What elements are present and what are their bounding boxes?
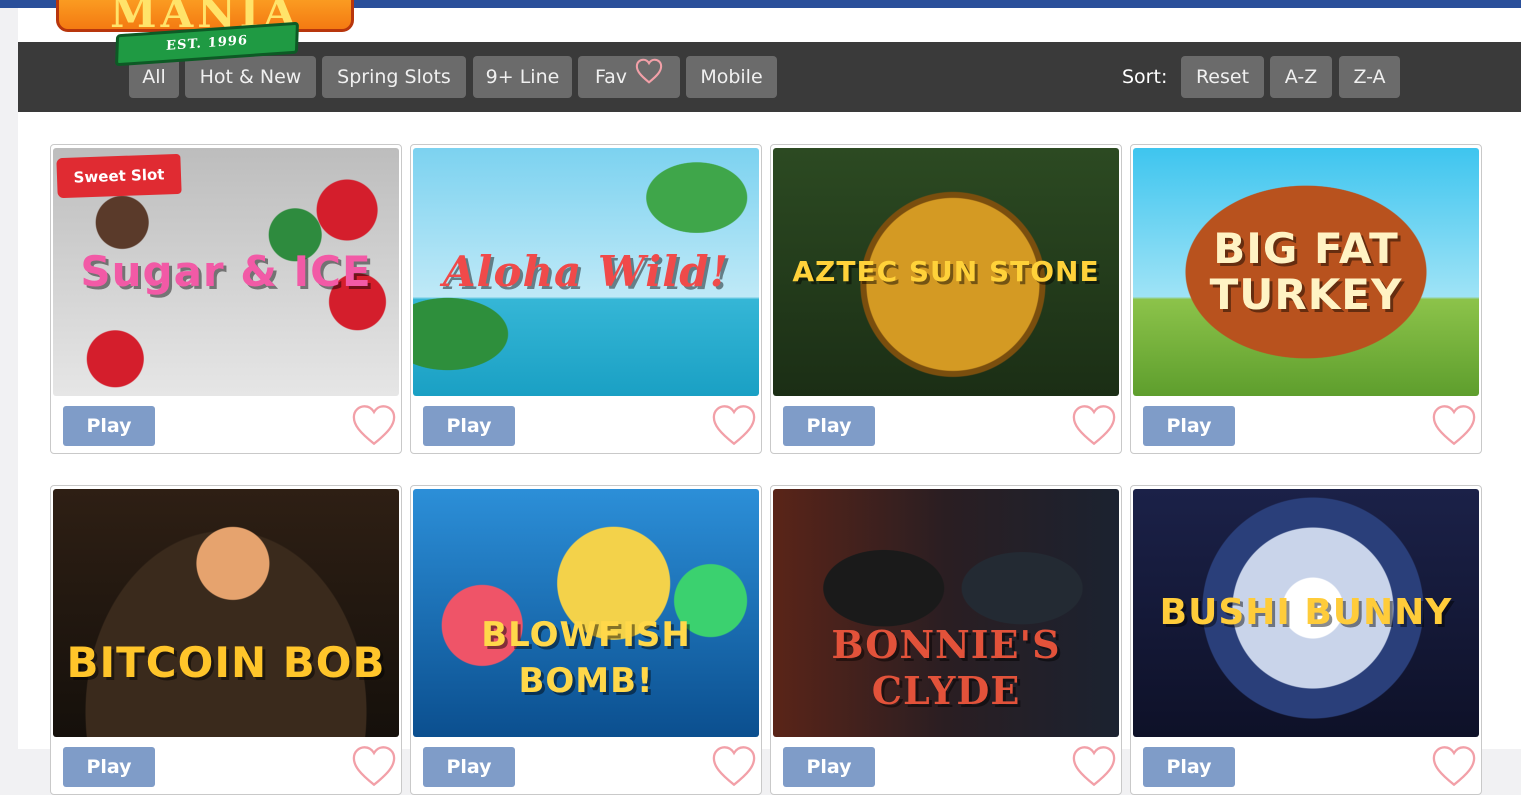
sort-a-z-button[interactable]: A-Z (1270, 56, 1332, 98)
game-title-art: Sugar & ICE (80, 247, 372, 296)
sort-z-a-button[interactable]: Z-A (1339, 56, 1400, 98)
heart-outline-icon[interactable] (711, 744, 757, 788)
play-button[interactable]: Play (63, 747, 155, 787)
sort-option-label: A-Z (1284, 66, 1318, 88)
game-badge: Sweet Slot (56, 153, 182, 199)
game-title-art: Aloha Wild! (442, 247, 730, 296)
filter-9-line-button[interactable]: 9+ Line (473, 56, 572, 98)
filter-label: Mobile (700, 66, 763, 88)
game-thumbnail[interactable]: BONNIE'S CLYDE (773, 489, 1119, 737)
filter-label: 9+ Line (485, 66, 560, 88)
heart-outline-icon[interactable] (711, 403, 757, 447)
game-card: AZTEC SUN STONE Play (770, 144, 1122, 454)
game-thumbnail[interactable]: Aloha Wild! (413, 148, 759, 396)
game-thumbnail[interactable]: BLOWFISH BOMB! (413, 489, 759, 737)
game-card: Sugar & ICE Sweet Slot Play (50, 144, 402, 454)
filter-fav-button[interactable]: Fav (578, 56, 680, 98)
play-button[interactable]: Play (63, 406, 155, 446)
heart-outline-icon[interactable] (351, 403, 397, 447)
heart-outline-icon[interactable] (1071, 403, 1117, 447)
filter-label: Hot & New (199, 66, 302, 88)
game-title-art: BITCOIN BOB (66, 637, 386, 687)
game-thumbnail[interactable]: BIG FAT TURKEY (1133, 148, 1479, 396)
game-card: BIG FAT TURKEY Play (1130, 144, 1482, 454)
game-thumbnail[interactable]: BUSHI BUNNY (1133, 489, 1479, 737)
play-button[interactable]: Play (783, 747, 875, 787)
game-title-art: BLOWFISH BOMB! (481, 614, 691, 701)
game-thumbnail[interactable]: AZTEC SUN STONE (773, 148, 1119, 396)
game-title-art: BIG FAT TURKEY (1209, 224, 1403, 319)
heart-outline-icon[interactable] (1071, 744, 1117, 788)
game-title-art: AZTEC SUN STONE (792, 255, 1100, 288)
game-thumbnail[interactable]: BITCOIN BOB (53, 489, 399, 737)
heart-outline-icon[interactable] (1431, 744, 1477, 788)
play-button[interactable]: Play (783, 406, 875, 446)
game-title-art: BONNIE'S CLYDE (831, 621, 1061, 713)
heart-outline-icon (635, 57, 663, 99)
game-title-art: BUSHI BUNNY (1159, 592, 1453, 633)
game-card: Aloha Wild! Play (410, 144, 762, 454)
filter-label: Spring Slots (337, 66, 451, 88)
heart-outline-icon[interactable] (1431, 403, 1477, 447)
play-button[interactable]: Play (1143, 406, 1235, 446)
sort-label: Sort: (1122, 66, 1168, 88)
sort-option-label: Z-A (1353, 66, 1386, 88)
filter-mobile-button[interactable]: Mobile (686, 56, 777, 98)
site-logo[interactable]: MANIA EST. 1996 (56, 0, 354, 67)
play-button[interactable]: Play (423, 406, 515, 446)
filter-label: Fav (594, 66, 628, 88)
filter-label: All (142, 66, 166, 88)
heart-outline-icon[interactable] (351, 744, 397, 788)
play-button[interactable]: Play (1143, 747, 1235, 787)
play-button[interactable]: Play (423, 747, 515, 787)
sort-reset-button[interactable]: Reset (1181, 56, 1264, 98)
sort-option-label: Reset (1195, 66, 1250, 88)
game-thumbnail[interactable]: Sugar & ICE Sweet Slot (53, 148, 399, 396)
